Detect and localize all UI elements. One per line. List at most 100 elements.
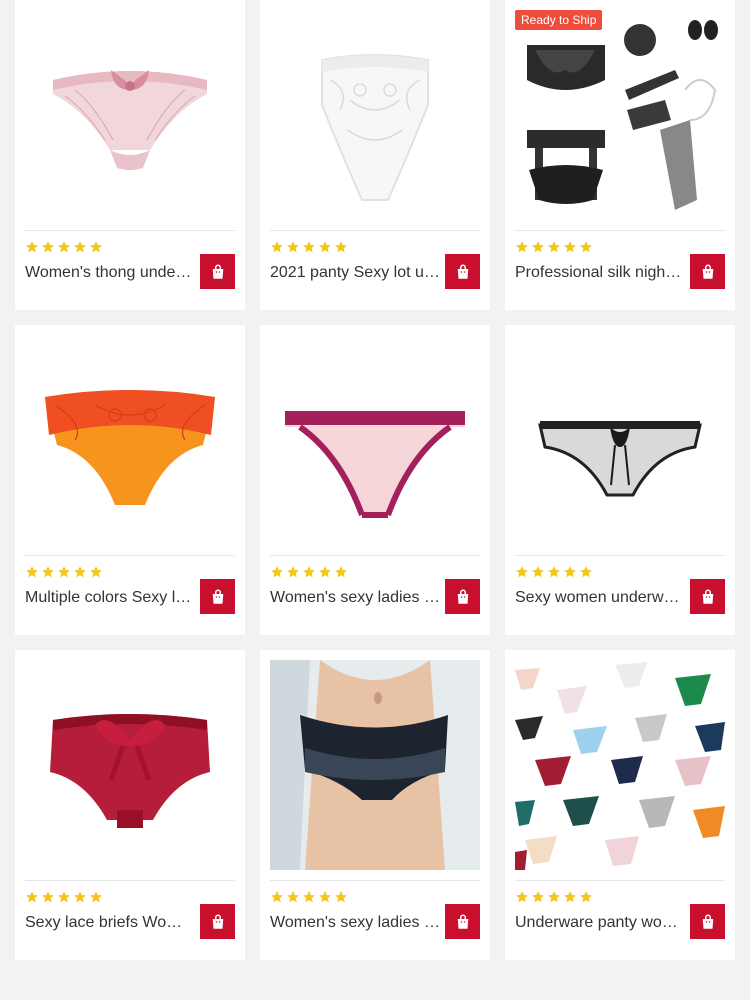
shopping-bag-icon xyxy=(212,589,223,604)
card-divider xyxy=(25,880,235,881)
star-icon xyxy=(57,565,71,579)
rating-stars xyxy=(25,890,103,904)
star-icon xyxy=(302,240,316,254)
product-image[interactable]: Ready to Ship xyxy=(515,10,725,220)
card-divider xyxy=(515,555,725,556)
star-icon xyxy=(563,565,577,579)
star-icon xyxy=(270,565,284,579)
product-card[interactable]: Sexy lace briefs Women bow xyxy=(15,650,245,960)
add-to-cart-button[interactable] xyxy=(445,254,480,289)
star-icon xyxy=(25,240,39,254)
product-title[interactable]: Women's sexy ladies lace panties xyxy=(270,912,440,934)
product-card[interactable]: Women's thong underwear lace xyxy=(15,0,245,310)
star-icon xyxy=(318,565,332,579)
star-icon xyxy=(57,240,71,254)
star-icon xyxy=(318,240,332,254)
star-icon xyxy=(25,890,39,904)
rating-stars xyxy=(515,565,593,579)
product-card[interactable]: Underware panty women assorted xyxy=(505,650,735,960)
add-to-cart-button[interactable] xyxy=(690,579,725,614)
rating-stars xyxy=(25,240,103,254)
shopping-bag-icon xyxy=(702,264,713,279)
add-to-cart-button[interactable] xyxy=(200,579,235,614)
product-image[interactable] xyxy=(25,335,235,545)
shopping-bag-icon xyxy=(212,914,223,929)
star-icon xyxy=(531,240,545,254)
product-title[interactable]: 2021 panty Sexy lot underwear xyxy=(270,262,440,284)
star-icon xyxy=(286,240,300,254)
product-title[interactable]: Sexy women underwear open xyxy=(515,587,685,609)
product-image[interactable] xyxy=(515,335,725,545)
star-icon xyxy=(515,565,529,579)
star-icon xyxy=(531,565,545,579)
shopping-bag-icon xyxy=(212,264,223,279)
add-to-cart-button[interactable] xyxy=(690,904,725,939)
add-to-cart-button[interactable] xyxy=(200,254,235,289)
product-card[interactable]: Ready to Ship Professional silk nightwea… xyxy=(505,0,735,310)
rating-stars xyxy=(270,565,348,579)
star-icon xyxy=(334,890,348,904)
star-icon xyxy=(579,890,593,904)
shopping-bag-icon xyxy=(702,914,713,929)
star-icon xyxy=(73,565,87,579)
product-title[interactable]: Sexy lace briefs Women bow xyxy=(25,912,195,934)
star-icon xyxy=(41,565,55,579)
shopping-bag-icon xyxy=(457,264,468,279)
star-icon xyxy=(73,240,87,254)
star-icon xyxy=(515,240,529,254)
star-icon xyxy=(270,240,284,254)
star-icon xyxy=(57,890,71,904)
product-title[interactable]: Women's sexy ladies mesh panties xyxy=(270,587,440,609)
add-to-cart-button[interactable] xyxy=(690,254,725,289)
product-card[interactable]: 2021 panty Sexy lot underwear xyxy=(260,0,490,310)
rating-stars xyxy=(515,240,593,254)
card-divider xyxy=(515,230,725,231)
shopping-bag-icon xyxy=(457,914,468,929)
shopping-bag-icon xyxy=(702,589,713,604)
add-to-cart-button[interactable] xyxy=(445,904,480,939)
star-icon xyxy=(579,240,593,254)
star-icon xyxy=(73,890,87,904)
rating-stars xyxy=(270,890,348,904)
product-title[interactable]: Professional silk nightwear set xyxy=(515,262,685,284)
star-icon xyxy=(547,565,561,579)
star-icon xyxy=(318,890,332,904)
add-to-cart-button[interactable] xyxy=(200,904,235,939)
product-title[interactable]: Women's thong underwear lace xyxy=(25,262,195,284)
card-divider xyxy=(270,230,480,231)
rating-stars xyxy=(270,240,348,254)
product-card[interactable]: Multiple colors Sexy lace panties xyxy=(15,325,245,635)
product-card[interactable]: Women's sexy ladies lace panties xyxy=(260,650,490,960)
star-icon xyxy=(25,565,39,579)
rating-stars xyxy=(25,565,103,579)
product-image[interactable] xyxy=(515,660,725,870)
star-icon xyxy=(547,240,561,254)
star-icon xyxy=(89,565,103,579)
product-image[interactable] xyxy=(270,10,480,220)
star-icon xyxy=(547,890,561,904)
star-icon xyxy=(89,240,103,254)
product-title[interactable]: Multiple colors Sexy lace panties xyxy=(25,587,195,609)
star-icon xyxy=(579,565,593,579)
star-icon xyxy=(531,890,545,904)
star-icon xyxy=(41,240,55,254)
product-image[interactable] xyxy=(25,660,235,870)
card-divider xyxy=(270,555,480,556)
product-card[interactable]: Women's sexy ladies mesh panties xyxy=(260,325,490,635)
product-title[interactable]: Underware panty women assorted xyxy=(515,912,685,934)
star-icon xyxy=(286,890,300,904)
product-image[interactable] xyxy=(270,335,480,545)
card-divider xyxy=(270,880,480,881)
add-to-cart-button[interactable] xyxy=(445,579,480,614)
star-icon xyxy=(563,240,577,254)
ready-to-ship-badge: Ready to Ship xyxy=(515,10,603,30)
star-icon xyxy=(270,890,284,904)
star-icon xyxy=(334,565,348,579)
star-icon xyxy=(41,890,55,904)
product-image[interactable] xyxy=(270,660,480,870)
product-card[interactable]: Sexy women underwear open xyxy=(505,325,735,635)
product-image[interactable] xyxy=(25,10,235,220)
rating-stars xyxy=(515,890,593,904)
card-divider xyxy=(25,555,235,556)
star-icon xyxy=(302,565,316,579)
